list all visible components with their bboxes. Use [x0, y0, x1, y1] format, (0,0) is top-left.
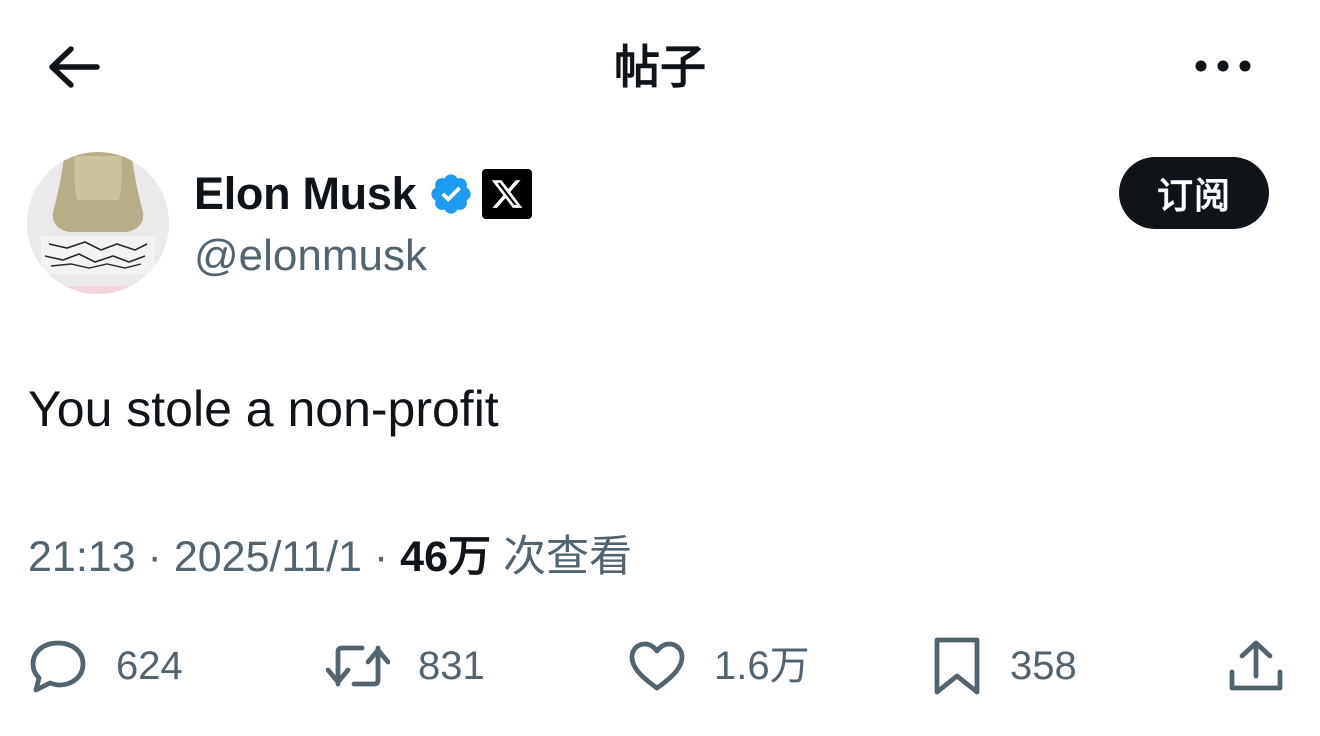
- bookmark-count: 358: [1010, 644, 1077, 688]
- reply-count: 624: [116, 644, 183, 688]
- author-name-row: Elon Musk: [194, 166, 533, 222]
- heart-icon: [629, 641, 685, 691]
- avatar-image: [27, 152, 169, 294]
- more-options-button[interactable]: [1190, 48, 1256, 84]
- like-button[interactable]: 1.6万: [628, 636, 810, 696]
- retweet-button[interactable]: 831: [326, 636, 485, 696]
- meta-separator: ·: [135, 533, 174, 581]
- subscribe-button[interactable]: 订阅: [1119, 157, 1269, 229]
- x-logo-icon: [482, 169, 533, 219]
- reply-icon: [30, 640, 86, 693]
- bookmark-button[interactable]: 358: [932, 636, 1077, 696]
- meta-separator: ·: [361, 533, 401, 581]
- retweet-icon: [326, 645, 390, 687]
- reply-button[interactable]: 624: [28, 636, 183, 696]
- views-label: 次查看: [491, 533, 632, 581]
- top-bar: 帖子: [0, 0, 1320, 132]
- share-button[interactable]: [1226, 636, 1286, 696]
- author-display-name[interactable]: Elon Musk: [194, 166, 417, 222]
- bookmark-icon: [934, 637, 980, 695]
- post-metadata: 21:13 · 2025/11/1 · 46万 次查看: [28, 529, 632, 585]
- retweet-count: 831: [418, 644, 485, 688]
- share-icon: [1229, 640, 1283, 691]
- post-date[interactable]: 2025/11/1: [174, 533, 362, 581]
- views-count[interactable]: 46万: [400, 533, 491, 581]
- author-handle[interactable]: @elonmusk: [194, 228, 427, 284]
- like-count: 1.6万: [714, 644, 810, 688]
- verified-badge-icon: [431, 174, 471, 214]
- post-time[interactable]: 21:13: [28, 533, 136, 581]
- post-text: You stole a non-profit: [28, 381, 499, 437]
- more-horizontal-icon: [1195, 60, 1251, 72]
- page-title: 帖子: [614, 41, 706, 93]
- avatar[interactable]: [27, 152, 169, 294]
